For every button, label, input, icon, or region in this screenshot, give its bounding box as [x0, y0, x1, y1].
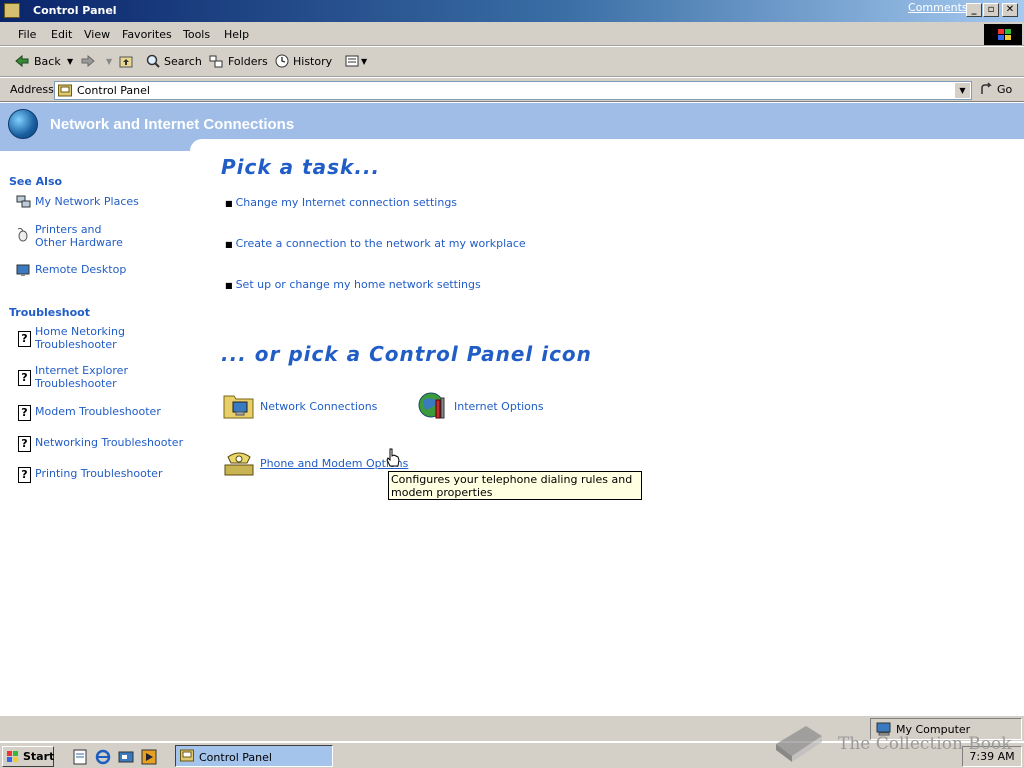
- control-panel-icon: [180, 749, 194, 762]
- task-item[interactable]: ■ Set up or change my home network settin…: [225, 278, 481, 291]
- address-value: Control Panel: [77, 84, 150, 97]
- hand-cursor-icon: [386, 448, 400, 467]
- network-places-icon: [16, 195, 31, 208]
- help-question-icon: ?: [18, 370, 31, 386]
- troubleshoot-internet-explorer[interactable]: Internet Explorer Troubleshooter: [35, 364, 145, 390]
- printer-mouse-icon: [17, 227, 28, 242]
- menu-tools[interactable]: Tools: [183, 28, 210, 41]
- history-button[interactable]: History: [293, 55, 332, 68]
- forward-dropdown-icon[interactable]: ▼: [106, 57, 112, 66]
- phone-modem-icon[interactable]: [223, 447, 255, 477]
- address-label: Address: [10, 83, 54, 96]
- back-dropdown-icon[interactable]: ▼: [67, 57, 73, 66]
- back-button[interactable]: Back: [34, 55, 61, 68]
- menu-file[interactable]: File: [18, 28, 36, 41]
- quicklaunch-ie-icon[interactable]: [95, 749, 111, 765]
- menu-bar: File Edit View Favorites Tools Help: [0, 22, 1024, 46]
- search-button[interactable]: Search: [164, 55, 202, 68]
- banner-curve: [190, 139, 1024, 153]
- folders-button[interactable]: Folders: [228, 55, 268, 68]
- back-arrow-icon: [15, 54, 29, 68]
- window-title: Control Panel: [33, 4, 117, 17]
- windows-flag-icon: [7, 751, 18, 762]
- network-connections-icon[interactable]: [223, 390, 255, 420]
- go-arrow-icon: [981, 82, 992, 94]
- address-bar: Address Control Panel ▼ Go: [0, 78, 1024, 102]
- see-also-remote-desktop[interactable]: Remote Desktop: [35, 263, 126, 276]
- help-question-icon: ?: [18, 467, 31, 483]
- internet-options-link[interactable]: Internet Options: [454, 400, 544, 413]
- up-folder-icon[interactable]: [119, 54, 133, 68]
- book-logo-icon: [776, 726, 822, 762]
- tooltip: Configures your telephone dialing rules …: [388, 471, 642, 500]
- quicklaunch-media-icon[interactable]: [141, 749, 157, 765]
- task-item[interactable]: ■ Create a connection to the network at m…: [225, 237, 526, 250]
- help-question-icon: ?: [18, 436, 31, 452]
- menu-edit[interactable]: Edit: [51, 28, 72, 41]
- control-panel-icon: [58, 84, 72, 97]
- see-also-my-network-places[interactable]: My Network Places: [35, 195, 139, 208]
- troubleshoot-printing[interactable]: Printing Troubleshooter: [35, 467, 162, 480]
- help-question-icon: ?: [18, 405, 31, 421]
- folders-icon: [209, 55, 223, 68]
- watermark-text: The Collection Book: [838, 734, 1012, 754]
- quicklaunch-notepad-icon[interactable]: [72, 749, 88, 765]
- restore-button[interactable]: ▫: [983, 3, 999, 17]
- internet-options-icon[interactable]: [417, 390, 449, 420]
- troubleshoot-networking[interactable]: Networking Troubleshooter: [35, 436, 183, 449]
- remote-desktop-icon: [16, 264, 30, 276]
- troubleshoot-home-networking[interactable]: Home Netorking Troubleshooter: [35, 325, 145, 351]
- task-item[interactable]: ■ Change my Internet connection settings: [225, 196, 457, 209]
- menu-help[interactable]: Help: [224, 28, 249, 41]
- network-connections-link[interactable]: Network Connections: [260, 400, 377, 413]
- comments-link[interactable]: Comments?: [908, 1, 973, 14]
- minimize-button[interactable]: _: [966, 3, 982, 17]
- help-question-icon: ?: [18, 331, 31, 347]
- toolbar: Back ▼ ▼ Search Folders History ▼: [0, 47, 1024, 77]
- pick-task-heading: Pick a task...: [221, 155, 381, 179]
- pick-icon-heading: ... or pick a Control Panel icon: [221, 342, 592, 366]
- menu-view[interactable]: View: [84, 28, 110, 41]
- address-field[interactable]: Control Panel ▼: [54, 81, 972, 100]
- views-icon[interactable]: [345, 54, 359, 68]
- troubleshoot-heading: Troubleshoot: [9, 306, 90, 319]
- see-also-heading: See Also: [9, 175, 63, 188]
- network-globe-icon: [8, 109, 38, 139]
- forward-arrow-icon[interactable]: [81, 54, 95, 68]
- title-bar: Control Panel Comments? _ ▫ ✕: [0, 0, 1024, 22]
- search-icon: [146, 54, 160, 68]
- control-panel-icon: [4, 3, 20, 18]
- see-also-printers[interactable]: Printers and Other Hardware: [35, 223, 135, 249]
- menu-favorites[interactable]: Favorites: [122, 28, 172, 41]
- history-icon: [275, 54, 289, 68]
- troubleshoot-modem[interactable]: Modem Troubleshooter: [35, 405, 161, 418]
- content-pane: Network and Internet Connections See Als…: [0, 103, 1024, 715]
- go-button[interactable]: Go: [997, 83, 1012, 96]
- windows-logo-icon: [984, 24, 1022, 45]
- quicklaunch-desktop-icon[interactable]: [118, 749, 134, 765]
- address-dropdown-icon[interactable]: ▼: [955, 83, 970, 98]
- taskbar-control-panel[interactable]: Control Panel: [175, 745, 333, 767]
- start-button[interactable]: Start: [2, 746, 54, 767]
- views-dropdown-icon[interactable]: ▼: [361, 57, 367, 66]
- category-title: Network and Internet Connections: [50, 116, 295, 133]
- close-button[interactable]: ✕: [1002, 3, 1018, 17]
